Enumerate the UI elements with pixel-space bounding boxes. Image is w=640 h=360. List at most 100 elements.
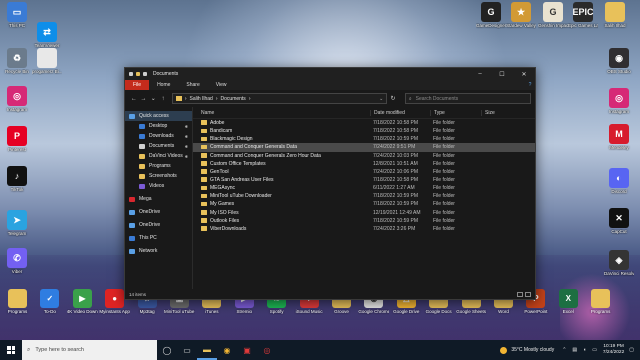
column-header-name[interactable]: Name (193, 110, 370, 116)
taskbar-search-box[interactable]: ⌕ Type here to search (22, 340, 157, 360)
file-row[interactable]: Custom Office Templates 12/8/2021 10:51 A… (193, 160, 535, 168)
genshin-impact-icon: G (543, 2, 563, 22)
nav-item-davinci-videos[interactable]: DaVinci Videos ✱ (125, 151, 192, 161)
nav-item-onedrive[interactable]: OneDrive (125, 220, 192, 230)
nav-item-videos[interactable]: Videos (125, 181, 192, 191)
file-row[interactable]: GenTool 7/24/2022 10:06 PM File folder (193, 168, 535, 176)
search-documents-field[interactable]: ⌕ Search Documents (404, 93, 532, 104)
tray-chevron-icon[interactable]: ⌃ (562, 347, 566, 353)
file-row[interactable]: Blackmagic Design 7/18/2022 10:59 PM File … (193, 135, 535, 143)
obs-studio-desktop-icon[interactable]: ◉ OBS Studio (604, 48, 634, 75)
notification-icon[interactable]: ▢ (629, 347, 634, 353)
new-folder-icon[interactable] (136, 72, 140, 76)
capcut-desktop-icon[interactable]: ✕ CapCut (604, 208, 634, 235)
maximize-button[interactable]: ☐ (491, 68, 513, 80)
instagram-right-desktop-icon[interactable]: ◎ Instagram (604, 88, 634, 115)
4k-video-downloader-taskrow-icon[interactable]: ▶4K Video Downloader (67, 289, 98, 315)
file-row[interactable]: Adobe 7/18/2022 10:58 PM File folder (193, 119, 535, 127)
pinterest-desktop-icon[interactable]: P Pinterest (2, 126, 32, 153)
stardew-valley-icon: ★ (511, 2, 531, 22)
file-explorer-taskbar-icon[interactable]: ▬ (197, 340, 217, 360)
progamerz-desktop-icon[interactable]: progamerz Bi... (32, 48, 62, 75)
task-view-icon[interactable]: ◯ (157, 340, 177, 360)
breadcrumb-documents[interactable]: Documents (221, 96, 246, 102)
file-row[interactable]: My Games 7/18/2022 10:59 PM File folder (193, 200, 535, 208)
tab-home[interactable]: Home (149, 80, 178, 90)
programs-taskrow-icon[interactable]: Programs (2, 289, 33, 315)
instagram-desktop-icon[interactable]: ◎ Instagram (2, 86, 32, 113)
properties-icon[interactable] (129, 72, 133, 76)
recycle-bin-desktop-icon[interactable]: ♻ Recycle Bin (2, 48, 32, 75)
clock[interactable]: 10:19 PM 7/24/2022 (603, 344, 624, 356)
excel-taskrow-icon[interactable]: X Excel (553, 289, 584, 315)
close-button[interactable]: ✕ (513, 68, 535, 80)
up-arrow-icon[interactable]: ↑ (158, 96, 168, 102)
back-arrow-icon[interactable]: ← (129, 96, 139, 102)
forward-arrow-icon[interactable]: → (139, 96, 149, 102)
file-name: Command and Conquer Generals Data (210, 144, 297, 151)
details-view-icon[interactable] (517, 291, 523, 297)
this-pc-desktop-icon[interactable]: ▭ This PC (2, 2, 32, 29)
file-row[interactable]: MEGAsync 6/11/2022 1:27 AM File folder (193, 184, 535, 192)
tab-share[interactable]: Share (178, 80, 207, 90)
teamviewer-desktop-icon[interactable]: ⇄ TeamViewer (32, 22, 62, 49)
language-icon[interactable]: ▭ (592, 347, 597, 353)
nav-item-desktop[interactable]: Desktop ✱ (125, 121, 192, 131)
telegram-desktop-icon[interactable]: ➤ Telegram (2, 210, 32, 237)
file-row[interactable]: ViberDownloads 7/24/2022 3:26 PM File fold… (193, 225, 535, 233)
stardew-valley-desktop-icon[interactable]: ★ Stardew Valley (506, 2, 536, 29)
minimize-button[interactable]: – (469, 68, 491, 80)
nav-item-programs[interactable]: Programs (125, 161, 192, 171)
nav-item-screenshots[interactable]: Screenshots (125, 171, 192, 181)
large-icons-view-icon[interactable] (525, 291, 531, 297)
tab-view[interactable]: View (208, 80, 235, 90)
address-field[interactable]: › Salih Ilhad › Documents › ⌄ (171, 93, 388, 104)
breadcrumb-salih-ilhad[interactable]: Salih Ilhad (189, 96, 212, 102)
file-row[interactable]: Outlook Files 7/18/2022 10:59 PM File fold… (193, 217, 535, 225)
file-row[interactable]: MiniTool uTube Downloader 7/18/2022 10:59… (193, 192, 535, 200)
salih-ilhad-desktop-icon[interactable]: Salih Ilhad (600, 2, 630, 29)
nav-item-quick-access[interactable]: Quick access (125, 111, 192, 121)
weather-widget[interactable]: 35°C Mostly cloudy (500, 346, 554, 354)
refresh-icon[interactable]: ↻ (387, 95, 399, 102)
nav-item-mega[interactable]: Mega (125, 194, 192, 204)
media-player-taskbar-icon[interactable]: ◎ (257, 340, 277, 360)
mendeley-desktop-icon[interactable]: M Mendeley (604, 124, 634, 151)
chrome-taskbar-icon[interactable]: ◉ (217, 340, 237, 360)
file-row[interactable]: Command and Conquer Generals Zero Hour D… (193, 152, 535, 160)
tiktok-desktop-icon[interactable]: ♪ TikTok (2, 166, 32, 193)
help-icon[interactable]: ? (525, 82, 535, 88)
viber-desktop-icon[interactable]: ✆ Viber (2, 248, 32, 275)
file-row[interactable]: Command and Conquer Generals Data 7/24/20… (193, 143, 535, 152)
genshin-impact-desktop-icon[interactable]: G Genshin Impact (538, 2, 568, 29)
network-icon[interactable]: ▤ (572, 347, 577, 353)
to-do-taskrow-icon[interactable]: ✓ To-Do (34, 289, 65, 315)
discord-desktop-icon[interactable]: ◐ Discord (604, 168, 634, 195)
column-header-date-modified[interactable]: Date modified (370, 109, 430, 116)
app-taskbar-icon[interactable]: ▣ (237, 340, 257, 360)
nav-item-this-pc[interactable]: This PC (125, 233, 192, 243)
nav-item-network[interactable]: Network (125, 246, 192, 256)
epic-games-desktop-icon[interactable]: EPICEpic Games Launcher (568, 2, 598, 29)
column-header-size[interactable]: Size (481, 109, 511, 116)
programs-right-taskrow-icon[interactable]: Programs (585, 289, 616, 315)
quick-access-chevron-icon[interactable] (143, 72, 147, 76)
start-button[interactable] (0, 340, 22, 360)
gamedesigner-desktop-icon[interactable]: G GameDesigner (476, 2, 506, 29)
column-header-type[interactable]: Type (430, 109, 481, 116)
breadcrumb-separator-icon: › (248, 95, 251, 102)
address-dropdown-icon[interactable]: ⌄ (376, 96, 386, 102)
nav-item-onedrive[interactable]: OneDrive (125, 207, 192, 217)
file-name-cell: GTA San Andreas User Files (193, 177, 370, 183)
file-row[interactable]: GTA San Andreas User Files 7/18/2022 10:5… (193, 176, 535, 184)
file-row[interactable]: My ISO Files 12/19/2021 12:49 AM File fold… (193, 209, 535, 217)
nav-item-downloads[interactable]: Downloads ✱ (125, 131, 192, 141)
file-row[interactable]: Bandicam 7/18/2022 10:58 PM File folder (193, 127, 535, 135)
volume-icon[interactable]: ◖ (583, 347, 586, 353)
icon-label: OBS Studio (607, 69, 631, 74)
task-view-windows-icon[interactable]: ▭ (177, 340, 197, 360)
davinci-resolve-desktop-icon[interactable]: ◈ DaVinci Resolve (604, 250, 634, 277)
tab-file[interactable]: File (125, 80, 150, 90)
recent-chevron-icon[interactable]: ⌄ (148, 95, 158, 102)
nav-item-documents[interactable]: Documents ✱ (125, 141, 192, 151)
